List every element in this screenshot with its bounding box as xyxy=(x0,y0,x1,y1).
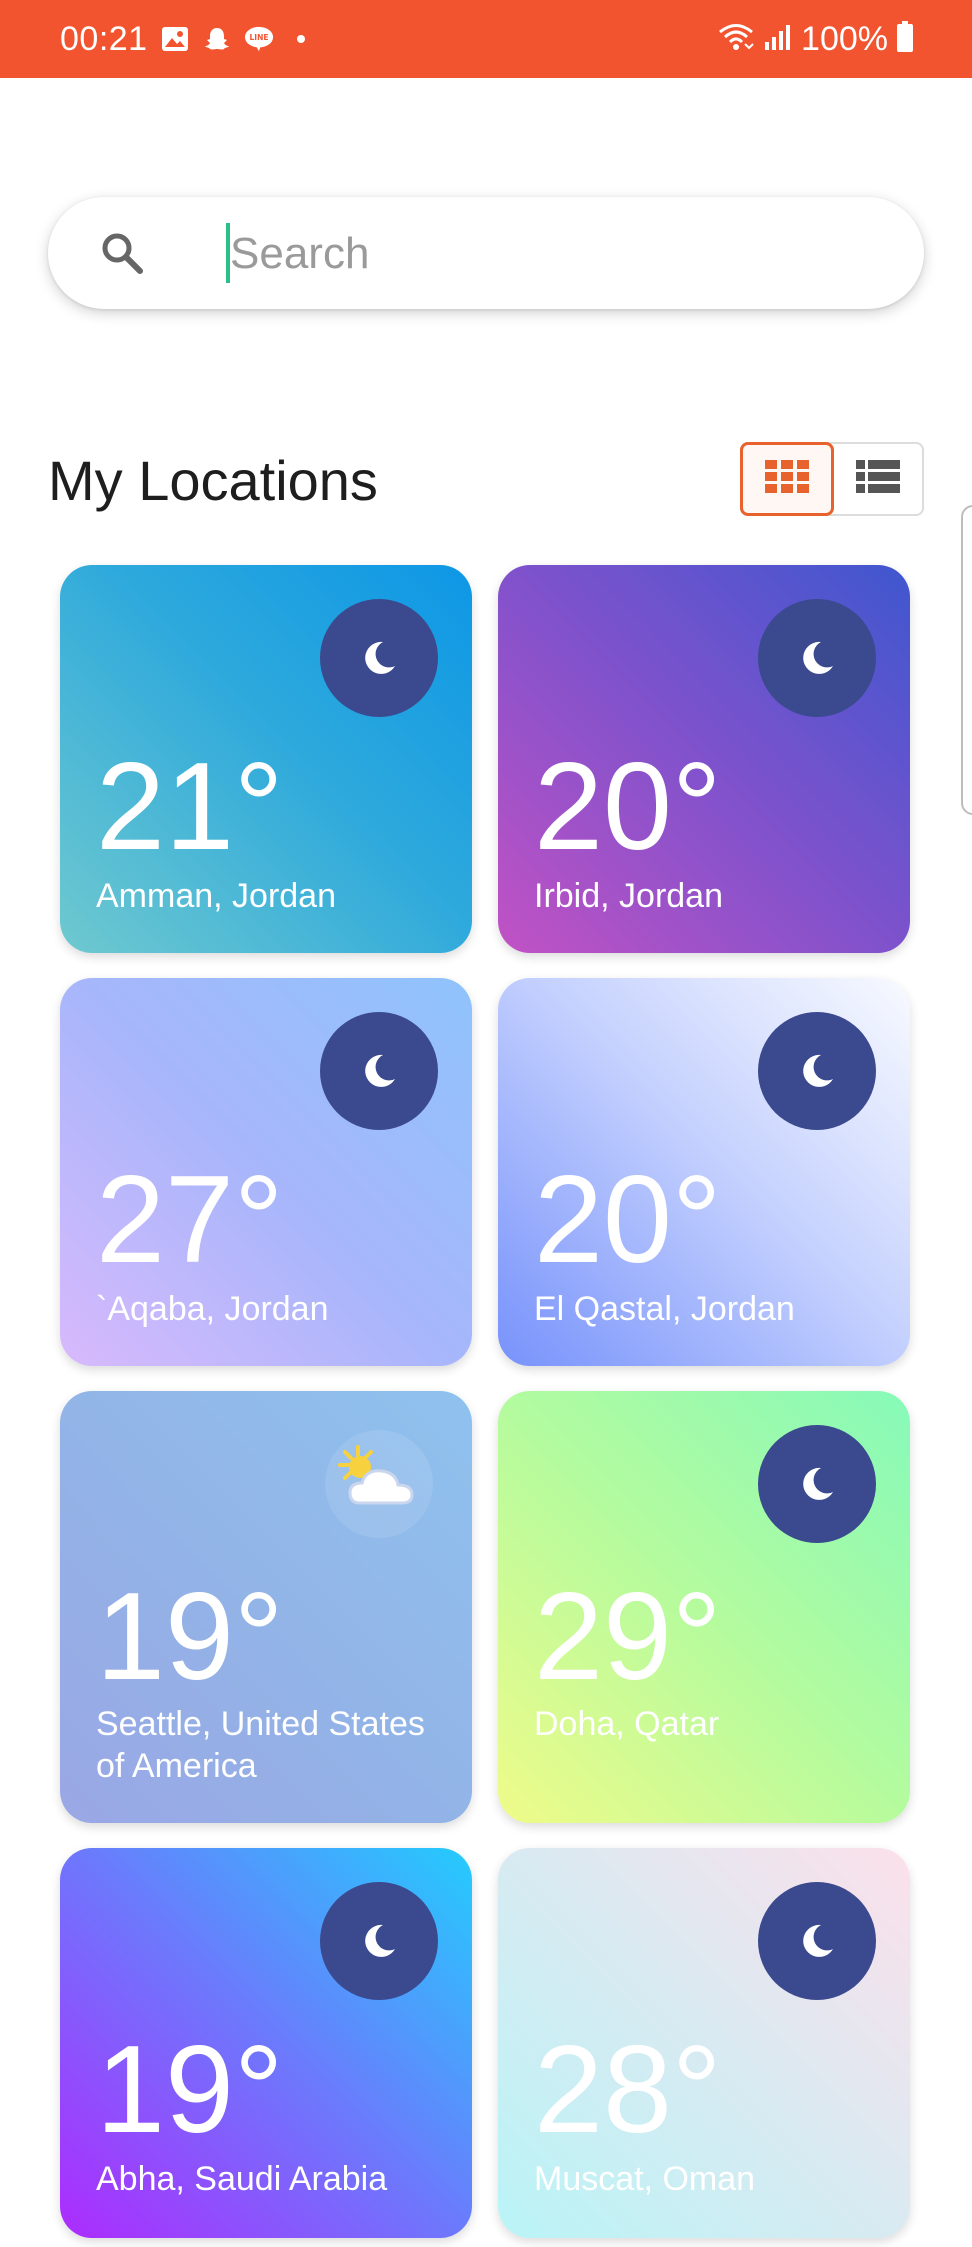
city-name: Muscat, Oman xyxy=(534,2160,756,2198)
wifi-icon xyxy=(717,22,755,57)
location-card[interactable]: 21° Amman, Jordan xyxy=(60,565,472,953)
search-bar[interactable] xyxy=(48,197,924,309)
status-left: 00:21 LINE xyxy=(60,0,316,78)
side-panel-handle[interactable] xyxy=(961,505,972,815)
gallery-icon xyxy=(160,24,190,54)
city-name: Abha, Saudi Arabia xyxy=(96,2160,388,2198)
temperature: 20° xyxy=(534,738,722,876)
city-name: El Qastal, Jordan xyxy=(534,1290,795,1328)
signal-icon xyxy=(763,22,793,57)
city-name: Seattle, United States of America xyxy=(96,1705,425,1785)
location-card[interactable]: 27° `Aqaba, Jordan xyxy=(60,978,472,1366)
search-input[interactable] xyxy=(228,219,872,289)
temperature: 29° xyxy=(534,1568,722,1706)
moon-icon xyxy=(758,1425,876,1543)
search-icon xyxy=(98,229,146,277)
temperature: 21° xyxy=(96,738,284,876)
svg-text:LINE: LINE xyxy=(249,33,268,42)
location-card[interactable]: 19° Abha, Saudi Arabia xyxy=(60,1848,472,2238)
view-toggle[interactable] xyxy=(740,442,924,516)
location-card[interactable]: 29° Doha, Qatar xyxy=(498,1391,910,1823)
battery-percent: 100% xyxy=(801,19,888,58)
location-card[interactable]: 19° Seattle, United States of America xyxy=(60,1391,472,1823)
city-name: `Aqaba, Jordan xyxy=(96,1290,329,1328)
temperature: 28° xyxy=(534,2021,722,2159)
grid-view-button[interactable] xyxy=(740,442,834,516)
grid-icon xyxy=(765,459,809,499)
moon-icon xyxy=(758,599,876,717)
location-card[interactable]: 20° El Qastal, Jordan xyxy=(498,978,910,1366)
moon-icon xyxy=(320,1882,438,2000)
battery-icon xyxy=(896,20,914,58)
status-bar: 00:21 LINE 100% xyxy=(0,0,972,78)
location-card[interactable]: 20° Irbid, Jordan xyxy=(498,565,910,953)
city-name: Irbid, Jordan xyxy=(534,877,723,915)
snapchat-icon xyxy=(202,24,232,54)
moon-icon xyxy=(320,1012,438,1130)
status-right: 100% xyxy=(717,0,914,78)
city-name: Doha, Qatar xyxy=(534,1705,720,1743)
line-icon: LINE xyxy=(244,24,274,54)
dot-icon xyxy=(286,24,316,54)
section-title: My Locations xyxy=(48,449,378,512)
list-icon xyxy=(856,459,900,499)
temperature: 27° xyxy=(96,1151,284,1289)
city-name: Amman, Jordan xyxy=(96,877,336,915)
moon-icon xyxy=(758,1012,876,1130)
moon-icon xyxy=(758,1882,876,2000)
temperature: 20° xyxy=(534,1151,722,1289)
location-card[interactable]: 28° Muscat, Oman xyxy=(498,1848,910,2238)
moon-icon xyxy=(320,599,438,717)
partly-cloudy-icon xyxy=(320,1425,438,1543)
temperature: 19° xyxy=(96,2021,284,2159)
status-time: 00:21 xyxy=(60,19,148,58)
list-view-button[interactable] xyxy=(834,444,922,514)
temperature: 19° xyxy=(96,1568,284,1706)
